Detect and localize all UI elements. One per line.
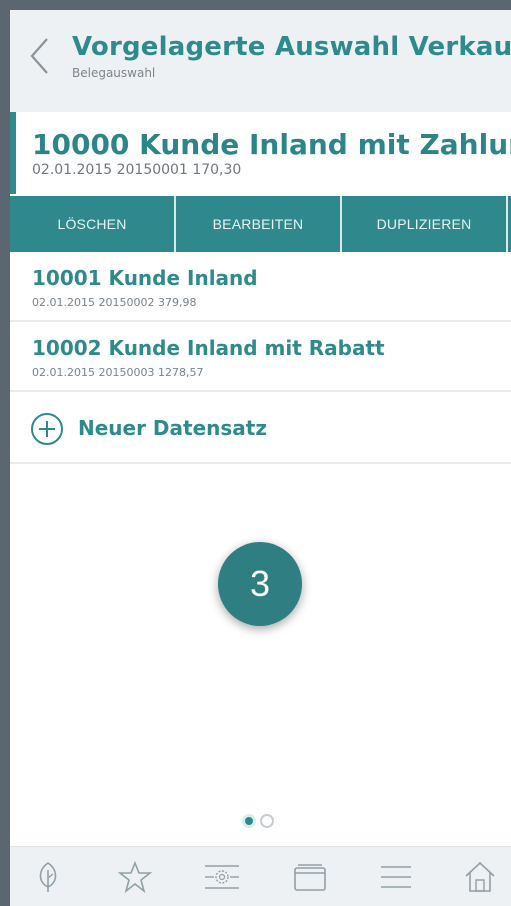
action-bar: LÖSCHEN BEARBEITEN DUPLIZIEREN — [10, 196, 511, 252]
selection-indicator — [10, 112, 16, 194]
menu-icon — [381, 866, 411, 888]
list-item-meta: 02.01.2015 20150002 379,98 — [32, 296, 197, 309]
tab-settings[interactable] — [200, 857, 244, 897]
tab-leaf[interactable] — [26, 857, 70, 897]
duplicate-button[interactable]: DUPLIZIEREN — [342, 196, 508, 252]
settings-panel-icon — [205, 865, 239, 889]
step-badge: 3 — [218, 542, 302, 626]
window-icon — [294, 864, 326, 891]
selected-record-meta: 02.01.2015 20150001 170,30 — [32, 162, 242, 178]
list-item[interactable]: 10001 Kunde Inland 02.01.2015 20150002 3… — [10, 252, 511, 322]
page-title: Vorgelagerte Auswahl Verkauf/Ware — [72, 32, 511, 62]
leaf-icon — [39, 862, 57, 892]
selected-record-title: 10000 Kunde Inland mit Zahlungsko — [32, 128, 511, 161]
bottom-tab-bar — [10, 846, 511, 906]
star-icon — [118, 860, 152, 894]
tab-windows[interactable] — [288, 857, 332, 897]
page-dot-active[interactable] — [242, 814, 256, 828]
list-item-title: 10001 Kunde Inland — [32, 266, 258, 290]
list-item-title: 10002 Kunde Inland mit Rabatt — [32, 336, 385, 360]
tab-home[interactable] — [458, 857, 502, 897]
chevron-left-icon — [30, 38, 48, 74]
new-record-label: Neuer Datensatz — [78, 416, 267, 440]
back-button[interactable] — [24, 32, 54, 80]
list-item-meta: 02.01.2015 20150003 1278,57 — [32, 366, 204, 379]
page-subtitle: Belegauswahl — [72, 66, 156, 80]
plus-circle-icon — [31, 413, 63, 445]
list-item[interactable]: 10002 Kunde Inland mit Rabatt 02.01.2015… — [10, 322, 511, 392]
page-indicator — [242, 814, 274, 828]
app-screen: Vorgelagerte Auswahl Verkauf/Ware Belega… — [10, 10, 511, 906]
page-dot[interactable] — [260, 814, 274, 828]
header-divider — [10, 100, 511, 112]
edit-button[interactable]: BEARBEITEN — [176, 196, 342, 252]
tab-menu[interactable] — [374, 857, 418, 897]
selected-record[interactable]: 10000 Kunde Inland mit Zahlungsko 02.01.… — [10, 112, 511, 194]
new-record-button[interactable]: Neuer Datensatz — [10, 392, 511, 464]
header: Vorgelagerte Auswahl Verkauf/Ware Belega… — [10, 10, 511, 100]
home-icon — [465, 861, 495, 892]
delete-button[interactable]: LÖSCHEN — [10, 196, 176, 252]
tab-favorites[interactable] — [113, 857, 157, 897]
